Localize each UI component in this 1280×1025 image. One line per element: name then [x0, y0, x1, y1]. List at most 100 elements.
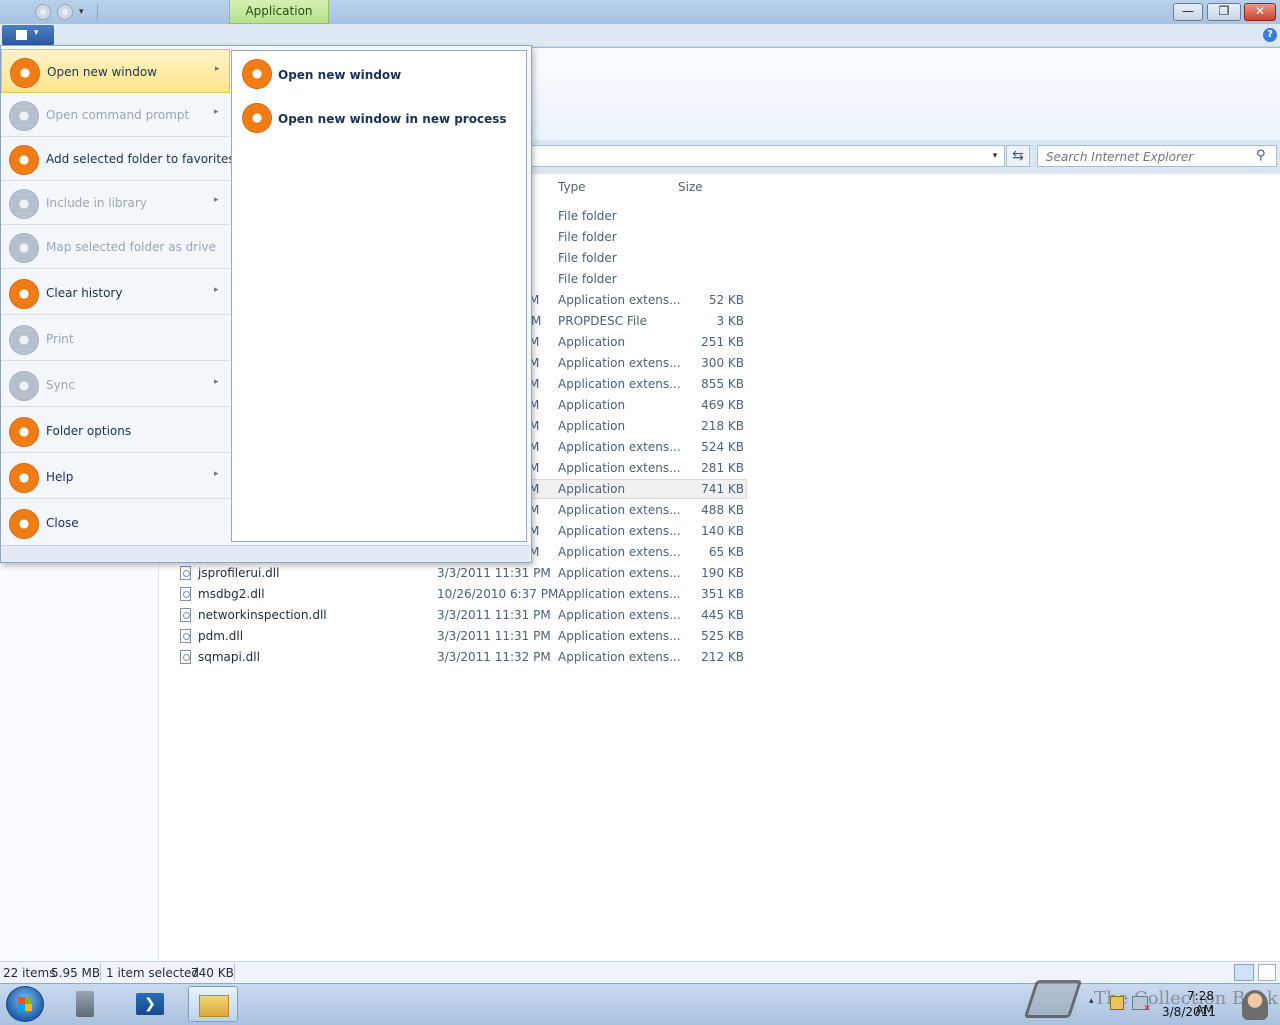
file-size: 218 KB: [701, 419, 744, 433]
file-type: Application extens...: [558, 650, 681, 664]
submenu-item-label: Open new window in new process: [278, 112, 507, 126]
refresh-button[interactable]: ⇆: [1006, 145, 1030, 167]
file-type: Application extens...: [558, 608, 681, 622]
submenu-arrow-icon: ▸: [214, 469, 219, 479]
taskbar-powershell[interactable]: ❯: [126, 986, 176, 1022]
menu-item-label: Print: [46, 332, 74, 346]
close-window-button[interactable]: ✕: [1244, 3, 1276, 21]
search-box[interactable]: ⚲: [1037, 145, 1277, 167]
search-input[interactable]: [1044, 148, 1253, 166]
file-type: Application: [558, 482, 626, 496]
file-type: Application extens...: [558, 377, 681, 391]
action-center-flag-icon[interactable]: [1110, 996, 1124, 1010]
total-size: 5.95 MB: [51, 966, 101, 980]
address-bar[interactable]: [530, 145, 1005, 167]
file-type: Application extens...: [558, 461, 681, 475]
file-type: Application: [558, 419, 626, 433]
user-avatar-icon: [1242, 990, 1268, 1020]
menu-item-print[interactable]: Print: [1, 317, 230, 361]
menu-item-close[interactable]: Close: [1, 501, 230, 545]
menu-orb-icon: [9, 325, 39, 355]
file-type: Application extens...: [558, 293, 681, 307]
taskbar-server-manager[interactable]: [62, 986, 112, 1022]
file-type: File folder: [558, 209, 617, 223]
file-name: sqmapi.dll: [198, 650, 260, 664]
qat-customize-dropdown[interactable]: ▾: [79, 6, 89, 18]
submenu-item-open-new-window[interactable]: Open new window: [240, 53, 520, 93]
file-size: 3 KB: [716, 314, 744, 328]
search-icon[interactable]: ⚲: [1256, 149, 1270, 163]
menu-orb-icon: [9, 279, 39, 309]
file-type: Application extens...: [558, 545, 681, 559]
menu-orb-icon: [9, 233, 39, 263]
file-size: 212 KB: [701, 650, 744, 664]
file-row[interactable]: networkinspection.dll 3/3/2011 11:31 PM Ap…: [0, 605, 1280, 626]
menu-item-add-selected-folder-to-favorites[interactable]: Add selected folder to favorites: [1, 137, 235, 181]
file-size: 190 KB: [701, 566, 744, 580]
submenu-arrow-icon: ▸: [214, 195, 219, 205]
file-date: 3/3/2011 11:31 PM: [437, 629, 551, 643]
file-type: Application extens...: [558, 587, 681, 601]
column-header-size[interactable]: Size: [678, 180, 703, 194]
minimize-button[interactable]: —: [1173, 3, 1203, 21]
menu-orb-icon: [242, 103, 272, 133]
menu-item-label: Map selected folder as drive: [46, 240, 217, 254]
menu-item-map-selected-folder-as-drive[interactable]: Map selected folder as drive: [1, 225, 230, 269]
menu-orb-icon: [10, 58, 40, 88]
restore-button[interactable]: ❐: [1207, 3, 1241, 21]
menu-item-help[interactable]: Help ▸: [1, 455, 230, 499]
network-icon[interactable]: [1132, 996, 1151, 1014]
menu-item-include-in-library[interactable]: Include in library ▸: [1, 181, 230, 225]
menu-item-open-new-window[interactable]: Open new window ▸: [1, 49, 230, 93]
clock-date[interactable]: 3/8/2011: [1162, 1005, 1216, 1019]
tray-overflow-icon[interactable]: ▴: [1089, 996, 1099, 1008]
file-name: jsprofilerui.dll: [198, 566, 280, 580]
file-size: 52 KB: [708, 293, 744, 307]
menu-item-sync[interactable]: Sync ▸: [1, 363, 230, 407]
qat-back-icon[interactable]: [35, 4, 51, 20]
file-row[interactable]: sqmapi.dll 3/3/2011 11:32 PM Application e…: [0, 647, 1280, 668]
file-type: PROPDESC File: [558, 314, 647, 328]
chevron-down-icon: ▾: [34, 28, 39, 38]
file-row[interactable]: pdm.dll 3/3/2011 11:31 PM Application exte…: [0, 626, 1280, 647]
file-size: 281 KB: [701, 461, 744, 475]
menu-item-label: Close: [46, 516, 79, 530]
dll-file-icon: [180, 587, 191, 601]
file-type: Application extens...: [558, 524, 681, 538]
open-new-window-submenu: Open new window Open new window in new pr…: [231, 50, 527, 542]
file-row[interactable]: msdbg2.dll 10/26/2010 6:37 PM Application …: [0, 584, 1280, 605]
context-tab-application-tools[interactable]: Application Tools: [229, 0, 329, 40]
submenu-arrow-icon: ▸: [214, 285, 219, 295]
menu-orb-icon: [9, 509, 39, 539]
item-count: 22 items: [3, 966, 56, 980]
menu-item-open-command-prompt[interactable]: Open command prompt ▸: [1, 93, 230, 137]
server-icon: [76, 991, 94, 1017]
submenu-arrow-icon: ▸: [215, 64, 220, 74]
column-header-type[interactable]: Type: [558, 180, 586, 194]
menu-item-clear-history[interactable]: Clear history ▸: [1, 271, 230, 315]
menu-item-label: Open command prompt: [46, 108, 190, 122]
file-type: Application extens...: [558, 629, 681, 643]
file-row[interactable]: jsprofilerui.dll 3/3/2011 11:31 PM Applica…: [0, 563, 1280, 584]
menu-item-label: Folder options: [46, 424, 132, 438]
menu-item-label: Sync: [46, 378, 75, 392]
selection-size: 740 KB: [191, 966, 234, 980]
file-name: networkinspection.dll: [198, 608, 327, 622]
application-menu-button[interactable]: ▾: [2, 25, 54, 45]
start-button[interactable]: [6, 986, 44, 1022]
menu-orb-icon: [9, 189, 39, 219]
taskbar-explorer[interactable]: [188, 986, 238, 1022]
show-desktop-button[interactable]: [1232, 984, 1280, 1024]
file-size: 524 KB: [701, 440, 744, 454]
file-size: 251 KB: [701, 335, 744, 349]
address-dropdown-icon[interactable]: ▾: [988, 148, 1002, 164]
selection-count: 1 item selected: [106, 966, 200, 980]
help-icon[interactable]: ?: [1263, 28, 1277, 42]
submenu-arrow-icon: ▸: [214, 107, 219, 117]
menu-item-folder-options[interactable]: Folder options: [1, 409, 230, 453]
file-type: Application: [558, 398, 626, 412]
submenu-item-open-new-window-in-new-process[interactable]: Open new window in new process: [240, 97, 520, 137]
file-type: File folder: [558, 251, 617, 265]
file-size: 65 KB: [708, 545, 744, 559]
qat-forward-icon[interactable]: [57, 4, 73, 20]
